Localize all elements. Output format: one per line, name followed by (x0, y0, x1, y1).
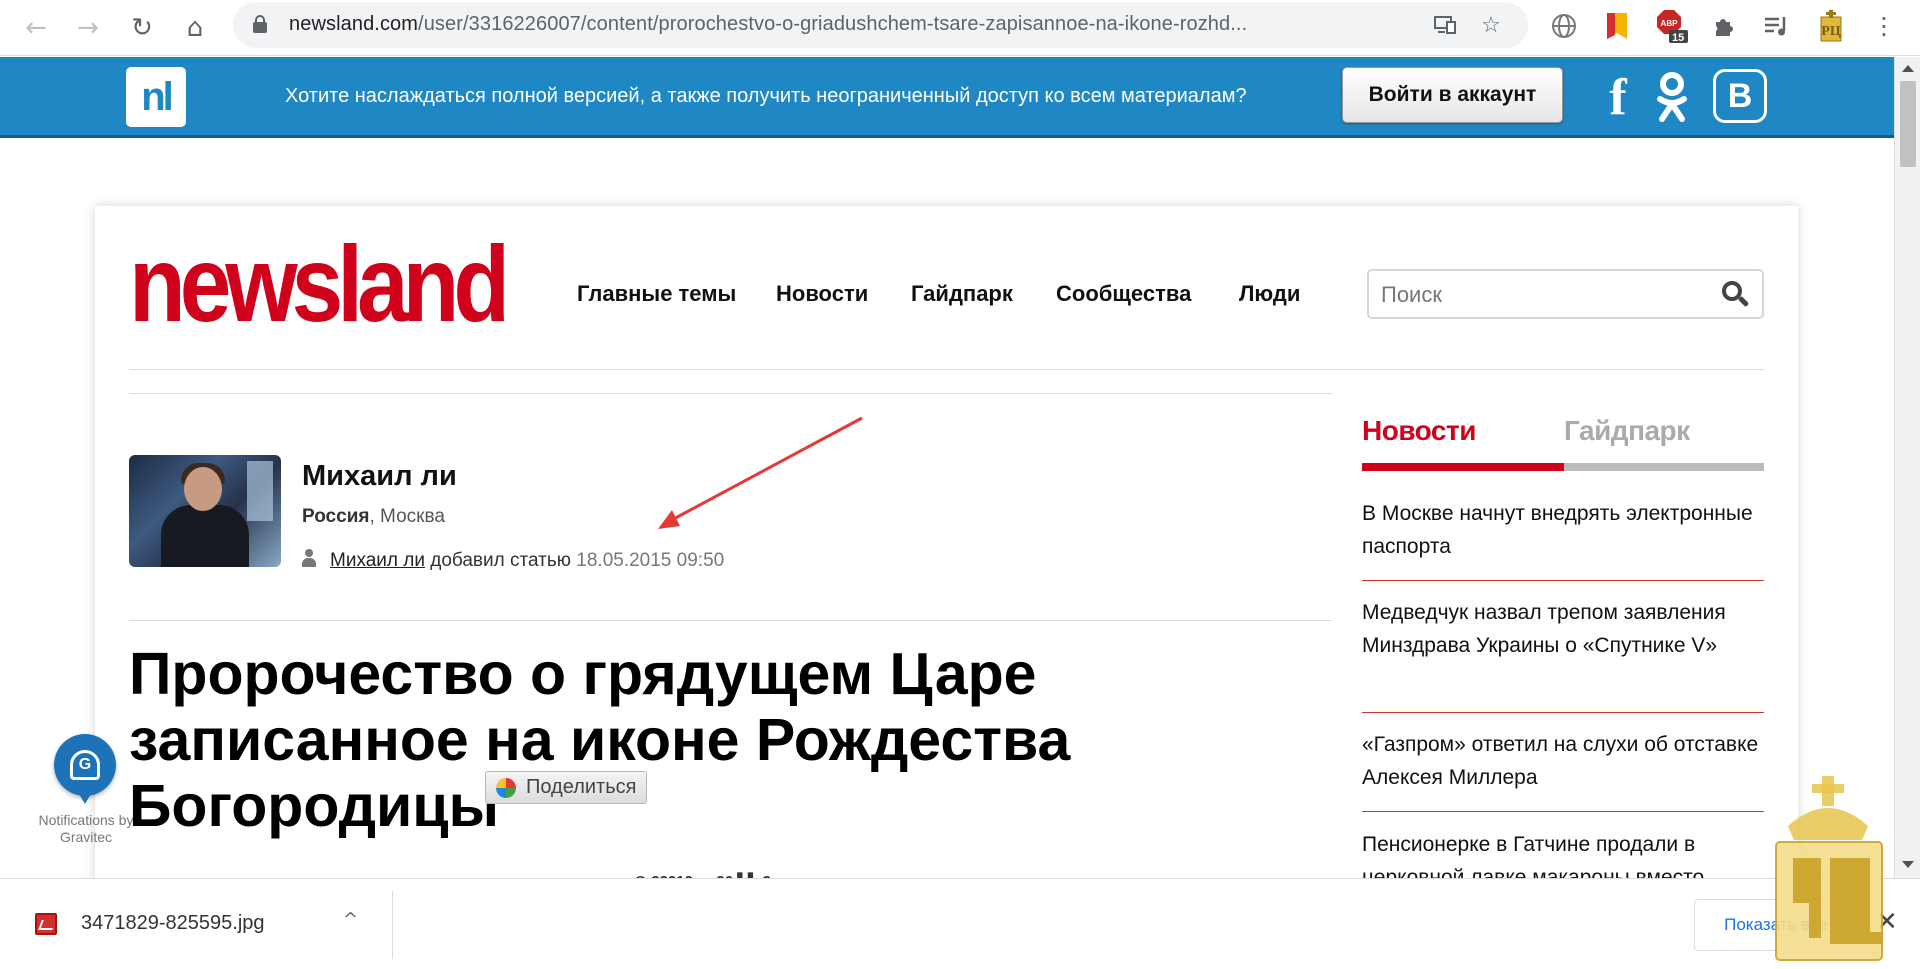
back-icon[interactable]: ← (16, 8, 56, 48)
downloads-bar: 3471829-825595.jpg ^ Показать все ✕ (0, 878, 1920, 969)
address-bar[interactable]: newsland.com/user/3316226007/content/pro… (233, 2, 1528, 48)
bookmark-star-icon[interactable]: ☆ (1476, 10, 1506, 40)
scroll-thumb[interactable] (1900, 81, 1916, 167)
share-icon (496, 777, 516, 798)
scroll-down-arrow-icon[interactable] (1902, 861, 1914, 868)
news-divider (1362, 712, 1764, 713)
newsland-logo[interactable]: newsland (129, 228, 510, 340)
byline-author-link[interactable]: Михаил ли (330, 550, 425, 571)
author-divider (129, 620, 1332, 621)
adblock-extension-icon[interactable]: ABP 15 (1653, 8, 1689, 44)
news-item[interactable]: Медведчук назвал трепом заявления Минздр… (1362, 596, 1764, 662)
svg-text:РЦ: РЦ (1821, 24, 1841, 39)
browser-toolbar: ← → ↻ ⌂ newsland.com/user/3316226007/con… (0, 0, 1920, 56)
odnoklassniki-icon[interactable] (1648, 67, 1696, 127)
url-text[interactable]: newsland.com/user/3316226007/content/pro… (289, 13, 1419, 36)
user-icon (302, 549, 316, 567)
bell-icon: G (70, 750, 100, 780)
promo-banner: nl Хотите наслаждаться полной версией, а… (0, 57, 1894, 138)
watermark-emblem (1775, 776, 1883, 961)
nav-communities[interactable]: Сообщества (1056, 281, 1191, 307)
extensions-puzzle-icon[interactable] (1706, 8, 1742, 44)
downloads-divider (392, 891, 393, 959)
article-title: Пророчество о грядущем Царе записанное н… (129, 641, 1071, 839)
nav-main-topics[interactable]: Главные темы (577, 281, 736, 307)
news-divider (1362, 580, 1764, 581)
globe-extension-icon[interactable] (1546, 8, 1582, 44)
nav-hydepark[interactable]: Гайдпарк (911, 281, 1013, 307)
news-divider (1362, 811, 1764, 812)
tab-hydepark[interactable]: Гайдпарк (1564, 415, 1690, 447)
promo-text: Хотите наслаждаться полной версией, а та… (285, 85, 1247, 107)
news-item[interactable]: В Москве начнут внедрять электронные пас… (1362, 497, 1764, 563)
download-filename[interactable]: 3471829-825595.jpg (81, 912, 265, 935)
vkontakte-icon[interactable]: В (1713, 69, 1767, 123)
byline-action: добавил статью (424, 550, 577, 571)
search-box (1367, 269, 1764, 319)
tab-news[interactable]: Новости (1362, 415, 1476, 447)
tab-inactive-indicator (1564, 463, 1764, 471)
reload-icon[interactable]: ↻ (122, 8, 162, 48)
author-city: , Москва (369, 506, 445, 527)
gravitec-credit: Notifications by Gravitec (38, 812, 134, 845)
media-queue-icon[interactable] (1758, 8, 1794, 44)
search-icon[interactable] (1722, 281, 1750, 309)
home-icon[interactable]: ⌂ (175, 8, 215, 48)
author-name[interactable]: Михаил ли (302, 460, 457, 493)
cast-icon[interactable] (1430, 10, 1460, 40)
nav-news[interactable]: Новости (776, 281, 868, 307)
share-label: Поделиться (526, 776, 637, 798)
author-location: Россия, Москва (302, 506, 445, 528)
header-divider (129, 369, 1764, 370)
notification-bell-button[interactable]: G (54, 734, 116, 804)
article-byline: Михаил ли добавил статью 18.05.2015 09:5… (302, 549, 724, 572)
facebook-icon[interactable]: f (1598, 67, 1638, 127)
author-avatar[interactable] (129, 455, 281, 567)
bookmark-extension-icon[interactable] (1599, 8, 1635, 44)
lock-icon[interactable] (253, 15, 267, 33)
nav-people[interactable]: Люди (1239, 281, 1300, 307)
author-country: Россия (302, 506, 370, 527)
download-options-chevron-icon[interactable]: ^ (343, 909, 358, 930)
publish-date: 18.05.2015 09:50 (576, 550, 725, 571)
profile-emblem-icon[interactable]: РЦ (1813, 8, 1849, 44)
news-item[interactable]: Пенсионерке в Гатчине продали в церковно… (1362, 828, 1764, 878)
content-top-divider (129, 393, 1332, 394)
news-item[interactable]: «Газпром» ответил на слухи об отставке А… (1362, 728, 1764, 794)
scroll-up-arrow-icon[interactable] (1902, 65, 1914, 72)
image-file-icon[interactable] (35, 913, 57, 935)
adblock-badge: 15 (1672, 32, 1685, 44)
newsland-mini-logo[interactable]: nl (126, 67, 186, 127)
share-button[interactable]: Поделиться (485, 771, 647, 804)
tab-active-indicator (1362, 463, 1564, 471)
svg-text:ABP: ABP (1661, 19, 1679, 28)
browser-menu-icon[interactable]: ⋮ (1866, 8, 1902, 44)
forward-icon[interactable]: → (68, 8, 108, 48)
login-button[interactable]: Войти в аккаунт (1342, 67, 1563, 123)
search-input[interactable] (1381, 282, 1711, 308)
page-scrollbar[interactable] (1894, 57, 1920, 878)
